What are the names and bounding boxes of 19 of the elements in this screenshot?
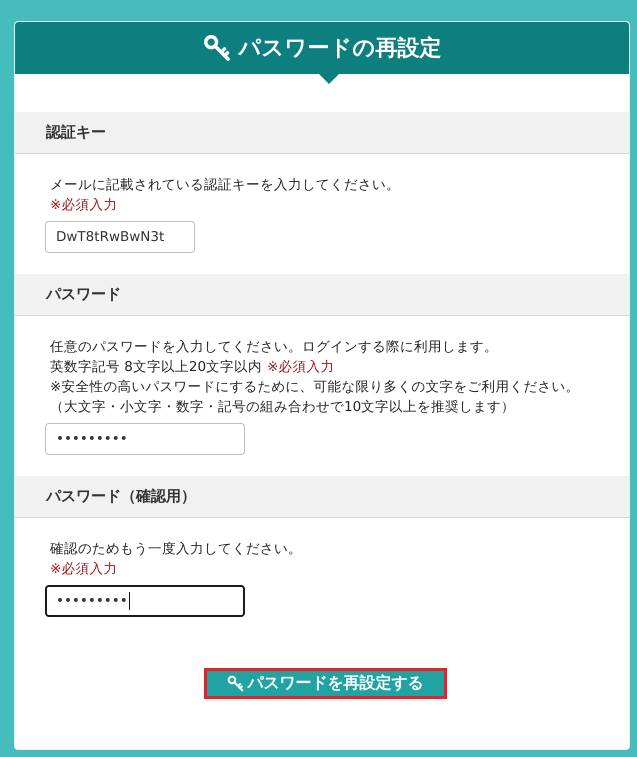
instruction-text: メールに記載されている認証キーを入力してください。 bbox=[50, 176, 400, 195]
page-title: パスワードの再設定 bbox=[238, 34, 442, 63]
instruction-text: 確認のためもう一度入力してください。 bbox=[50, 540, 302, 559]
key-icon bbox=[202, 34, 230, 62]
instruction-text: ※安全性の高いパスワードにするために、可能な限り多くの文字をご利用ください。 bbox=[50, 378, 580, 397]
section-title: パスワード bbox=[46, 285, 121, 304]
instruction-text: 任意のパスワードを入力してください。ログインする際に利用します。 bbox=[50, 338, 498, 357]
input-field[interactable]: ••••••••• bbox=[45, 585, 245, 617]
instruction-text: （大文字・小文字・数字・記号の組み合わせで10文字以上を推奨します） bbox=[50, 398, 516, 417]
key-icon bbox=[226, 675, 244, 692]
required-note: ※必須入力 bbox=[50, 560, 118, 579]
required-note: ※必須入力 bbox=[50, 196, 118, 215]
section-title: パスワード（確認用） bbox=[46, 487, 196, 506]
required-note: ※必須入力 bbox=[267, 358, 334, 377]
text-cursor-icon bbox=[128, 592, 130, 610]
input-field[interactable]: DwT8tRwBwN3t bbox=[45, 221, 195, 253]
instruction-text: 英数字記号 8文字以上20文字以内 bbox=[50, 358, 262, 377]
input-field[interactable]: ••••••••• bbox=[45, 423, 245, 455]
section-title: 認証キー bbox=[46, 123, 106, 142]
